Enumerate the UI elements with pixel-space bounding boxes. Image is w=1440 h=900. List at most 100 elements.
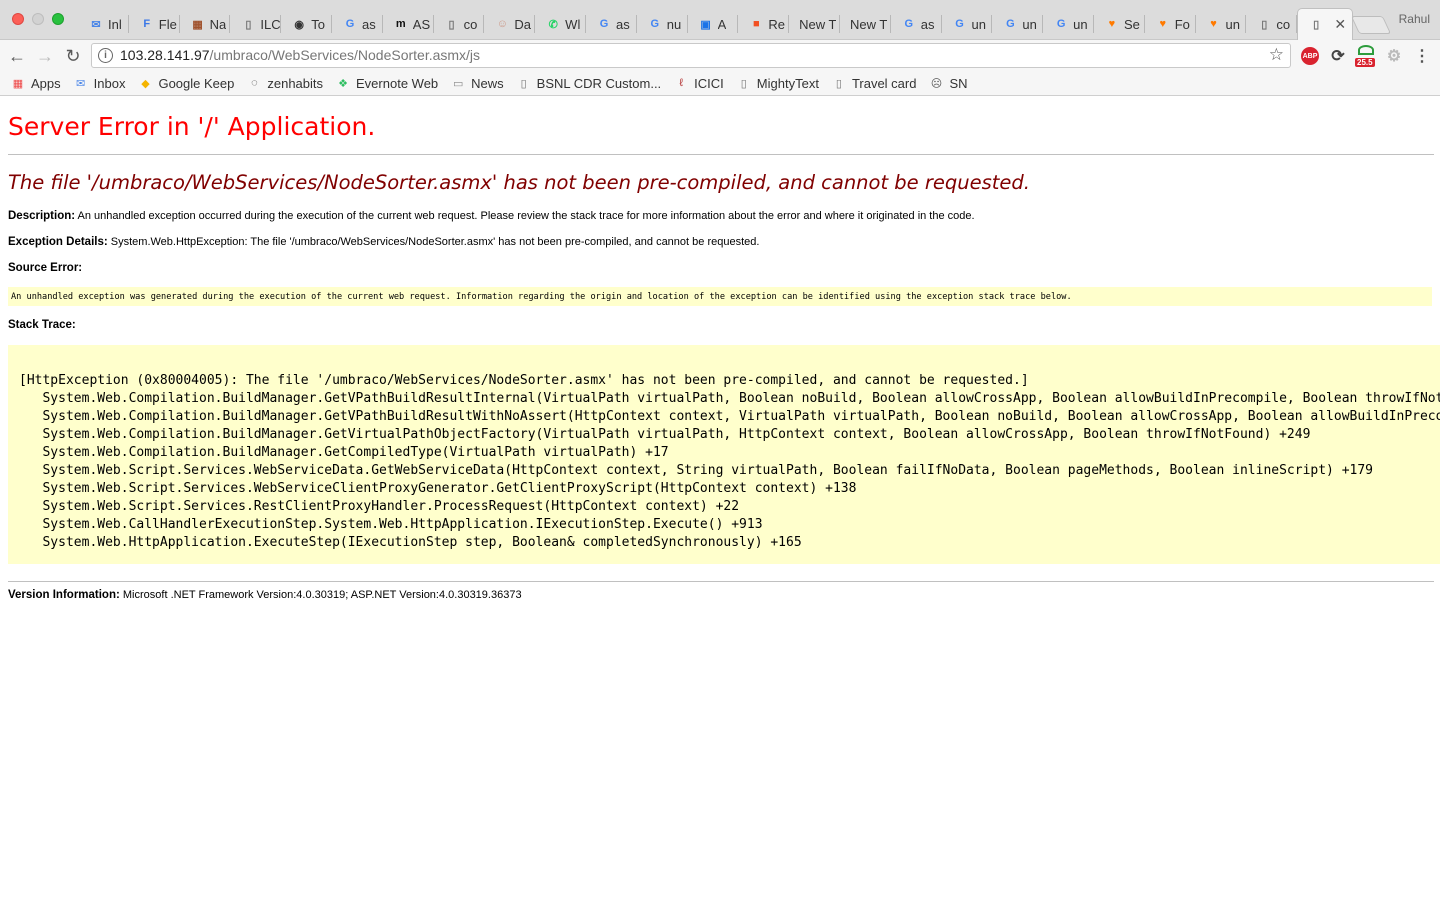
tab-3[interactable]: ▯ ILC: [230, 8, 281, 40]
tab-23[interactable]: ▯ co: [1246, 8, 1297, 40]
bookmark-bsnl-cdr-custom[interactable]: ▯ BSNL CDR Custom...: [516, 75, 662, 91]
tab-label: To: [311, 16, 325, 32]
bookmark-zenhabits[interactable]: ◌ zenhabits: [246, 75, 323, 91]
tab-label: un: [1225, 16, 1240, 32]
stack-trace-line: System.Web.HttpApplication.ExecuteStep(I…: [19, 535, 802, 550]
microsoft-icon: ■: [753, 18, 760, 30]
smiley-icon: ☹: [930, 77, 943, 90]
tab-8[interactable]: ☺ Da: [484, 8, 535, 40]
bookmark-icici[interactable]: ℓ ICICI: [673, 75, 723, 91]
tab-12[interactable]: ▣ A: [688, 8, 739, 40]
bookmark-apps[interactable]: ▦ Apps: [10, 75, 61, 91]
tab-label: un: [1073, 16, 1088, 32]
tab-label: Fo: [1174, 16, 1190, 32]
adblock-icon[interactable]: ABP: [1301, 47, 1319, 65]
new-tab-button[interactable]: [1350, 16, 1392, 34]
tab-19[interactable]: Gun: [1043, 8, 1094, 40]
bookmark-google-keep[interactable]: ◆ Google Keep: [137, 75, 234, 91]
google-icon: G: [1056, 18, 1066, 30]
info-icon[interactable]: i: [98, 48, 113, 63]
version-text: Microsoft .NET Framework Version:4.0.303…: [122, 589, 522, 601]
counter-extension-icon[interactable]: 25.5: [1355, 45, 1379, 67]
tab-strip: ✉ Inl F Fle ▦ Na ▯ ILC ◉ To Gas m AS ▯ co ☺ Da ✆ Wl Gas Gnu ▣…: [0, 0, 1440, 40]
stack-trace-heading: Stack Trace:: [8, 319, 76, 331]
avatar-icon: ☺: [496, 18, 508, 30]
source-error-heading: Source Error:: [8, 262, 82, 274]
close-tab-icon[interactable]: ✕: [1334, 16, 1346, 33]
tab-label: un: [1022, 16, 1037, 32]
stack-trace-line: System.Web.Compilation.BuildManager.GetV…: [19, 427, 1311, 442]
sync-extension-icon[interactable]: ⟳: [1329, 47, 1347, 65]
description-label: Description:: [8, 210, 76, 222]
url-text[interactable]: 103.28.141.97/umbraco/WebServices/NodeSo…: [120, 47, 480, 63]
bookmark-sn[interactable]: ☹ SN: [928, 75, 968, 91]
profile-name[interactable]: Rahul: [1399, 12, 1430, 26]
bookmark-news[interactable]: ▭ News: [450, 75, 504, 91]
bookmark-label: MightyText: [756, 75, 819, 91]
inbox-icon: ✉: [76, 77, 86, 90]
bookmark-mightytext[interactable]: ▯ MightyText: [736, 75, 819, 91]
tab-9[interactable]: ✆ Wl: [535, 8, 586, 40]
heart-icon: ♥: [1159, 18, 1166, 30]
tab-5[interactable]: Gas: [332, 8, 383, 40]
evernote-icon: ❖: [338, 77, 348, 90]
tab-list: ✉ Inl F Fle ▦ Na ▯ ILC ◉ To Gas m AS ▯ co ☺ Da ✆ Wl Gas Gnu ▣…: [78, 8, 1354, 40]
tab-active[interactable]: ▯ ✕: [1297, 8, 1354, 40]
tab-22[interactable]: ♥ un: [1196, 8, 1247, 40]
gear-icon[interactable]: ⚙: [1385, 47, 1403, 65]
stack-trace-line: System.Web.Script.Services.WebServiceCli…: [19, 481, 857, 496]
bookmark-travel-card[interactable]: ▯ Travel card: [831, 75, 917, 91]
tab-16[interactable]: Gas: [891, 8, 942, 40]
bookmark-label: Apps: [31, 75, 61, 91]
stack-trace-line: System.Web.Compilation.BuildManager.GetC…: [19, 445, 669, 460]
page-icon: ▯: [1261, 18, 1268, 31]
whatsapp-icon: ✆: [548, 18, 558, 31]
tab-17[interactable]: Gun: [942, 8, 993, 40]
tab-10[interactable]: Gas: [586, 8, 637, 40]
inbox-icon: ✉: [91, 18, 101, 31]
version-line: Version Information: Microsoft .NET Fram…: [8, 589, 522, 601]
stack-trace-line: [HttpException (0x80004005): The file '/…: [19, 373, 1029, 388]
tab-11[interactable]: Gnu: [637, 8, 688, 40]
bookmark-star-icon[interactable]: ☆: [1269, 45, 1284, 65]
bookmark-label: Evernote Web: [356, 75, 439, 91]
google-icon: G: [904, 18, 914, 30]
tab-label: Da: [514, 16, 531, 32]
keep-icon: ◆: [141, 77, 150, 90]
tab-label: ILC: [260, 16, 281, 32]
page-icon: ▯: [1313, 19, 1320, 31]
tab-1[interactable]: F Fle: [129, 8, 180, 40]
tab-label: Na: [209, 16, 227, 32]
bookmark-inbox[interactable]: ✉ Inbox: [73, 75, 126, 91]
tab-21[interactable]: ♥ Fo: [1145, 8, 1196, 40]
tab-6[interactable]: m AS: [383, 8, 434, 40]
tab-label: un: [971, 16, 987, 32]
tab-14[interactable]: New T: [789, 8, 840, 40]
maximize-window-button[interactable]: [52, 13, 64, 25]
version-label: Version Information:: [8, 589, 120, 601]
tab-13[interactable]: ■ Re: [738, 8, 789, 40]
menu-dots-icon[interactable]: ⋮: [1413, 47, 1431, 65]
tab-15[interactable]: New T: [840, 8, 891, 40]
bookmark-evernote-web[interactable]: ❖ Evernote Web: [335, 75, 438, 91]
exception-text: System.Web.HttpException: The file '/umb…: [110, 236, 760, 248]
folder-icon: ▭: [452, 77, 464, 90]
forward-arrow-icon[interactable]: →: [34, 45, 56, 67]
page-icon: ▯: [448, 18, 455, 31]
stack-trace-line: System.Web.Compilation.BuildManager.GetV…: [42, 391, 1440, 406]
close-window-button[interactable]: [12, 13, 24, 25]
address-bar[interactable]: i 103.28.141.97/umbraco/WebServices/Node…: [91, 43, 1291, 68]
tab-0[interactable]: ✉ Inl: [78, 8, 129, 40]
back-arrow-icon[interactable]: ←: [6, 45, 28, 67]
tab-18[interactable]: Gun: [992, 8, 1043, 40]
description-line: Description: An unhandled exception occu…: [8, 210, 975, 222]
tab-7[interactable]: ▯ co: [434, 8, 485, 40]
tab-20[interactable]: ♥ Se: [1094, 8, 1145, 40]
bookmark-label: Inbox: [93, 75, 126, 91]
f-icon: F: [143, 18, 151, 30]
tab-4[interactable]: ◉ To: [281, 8, 332, 40]
google-icon: G: [599, 18, 609, 30]
tab-2[interactable]: ▦ Na: [180, 8, 231, 40]
reload-icon[interactable]: ↻: [62, 45, 84, 67]
minimize-window-button[interactable]: [32, 13, 44, 25]
